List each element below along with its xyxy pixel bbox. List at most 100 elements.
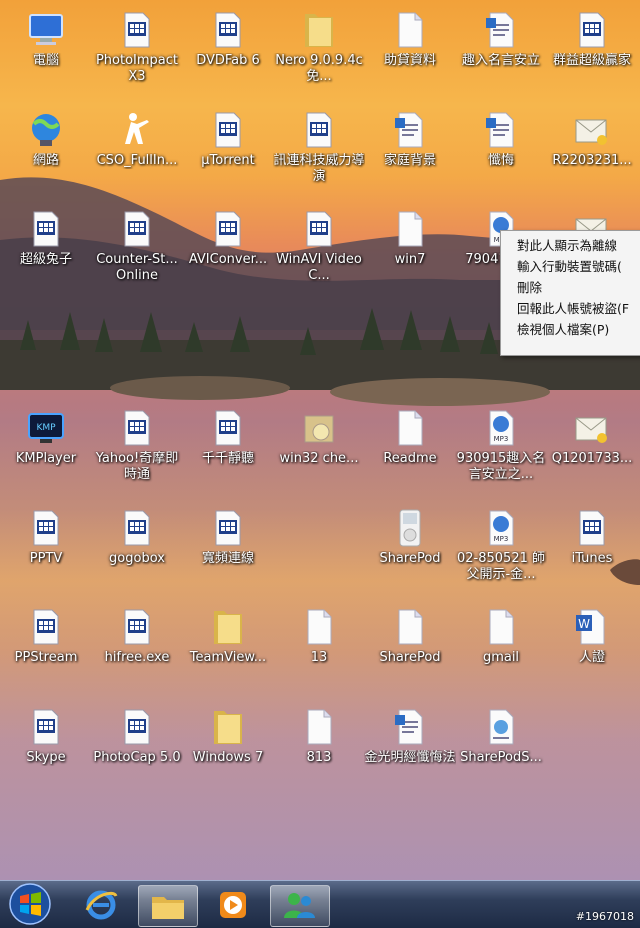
desktop-icon-label: 13 — [310, 650, 328, 665]
folder-icon — [152, 897, 184, 919]
desktop-icon[interactable]: CSO_FullIn... — [91, 104, 183, 200]
context-menu: 對此人顯示為離線 輸入行動裝置號碼( 刪除 回報此人帳號被盜(F 檢視個人檔案(… — [500, 230, 640, 356]
desktop-icon[interactable]: 群益超級贏家 — [546, 4, 638, 100]
cs-icon — [117, 110, 157, 150]
desktop-icon-label: Windows 7 — [192, 750, 264, 765]
desktop-icon[interactable]: win7 — [364, 203, 456, 299]
desktop-icon[interactable]: gogobox — [91, 502, 183, 598]
desktop-icon-label: gmail — [482, 650, 520, 665]
app-icon — [572, 10, 612, 50]
desktop-icon-label: CSO_FullIn... — [96, 153, 178, 168]
desktop-icon[interactable]: 網路 — [0, 104, 92, 200]
desktop-icon[interactable]: 金光明經懺悔法 — [364, 701, 456, 797]
desktop-icon[interactable]: Nero 9.0.9.4c 免... — [273, 4, 365, 100]
desktop-icon-label: 超級兔子 — [19, 252, 72, 267]
document-icon — [390, 707, 430, 747]
desktop-icon[interactable]: TeamView... — [182, 601, 274, 697]
app-icon — [117, 508, 157, 548]
app-icon — [208, 408, 248, 448]
desktop-icon[interactable]: KMP KMPlayer — [0, 402, 92, 498]
desktop-icon-label: WinAVI Video C... — [276, 252, 362, 283]
file-icon — [390, 10, 430, 50]
app-icon — [117, 408, 157, 448]
desktop-icon[interactable]: PhotoImpact X3 — [91, 4, 183, 100]
file-icon — [390, 607, 430, 647]
start-button[interactable] — [8, 882, 52, 926]
desktop-icon[interactable]: Readme — [364, 402, 456, 498]
desktop-icon[interactable]: µTorrent — [182, 104, 274, 200]
desktop-icon[interactable]: PPTV — [0, 502, 92, 598]
app-icon — [117, 607, 157, 647]
app-icon — [299, 110, 339, 150]
desktop-icon-label: DVDFab 6 — [196, 53, 260, 68]
desktop-icon[interactable]: 助貸資料 — [364, 4, 456, 100]
file-icon — [299, 607, 339, 647]
desktop-icon-label: 930915趣入名言安立之... — [456, 451, 546, 482]
desktop-icon[interactable]: SharePod — [364, 601, 456, 697]
desktop-icon-label: win7 — [394, 252, 426, 267]
desktop-icon[interactable]: PPStream — [0, 601, 92, 697]
ctx-item-enter-mobile-number[interactable]: 輸入行動裝置號碼( — [501, 256, 640, 277]
desktop-icon[interactable]: 寬頻連線 — [182, 502, 274, 598]
messenger-icon — [284, 893, 315, 918]
desktop-icon[interactable]: iTunes — [546, 502, 638, 598]
desktop-icon-label: 群益超級贏家 — [552, 53, 631, 68]
computer-icon — [26, 10, 66, 50]
explorer-taskbar-button[interactable] — [138, 885, 198, 927]
desktop-icon[interactable]: MP3 930915趣入名言安立之... — [455, 402, 547, 498]
desktop-icon[interactable]: 13 — [273, 601, 365, 697]
messenger-taskbar-button[interactable] — [270, 885, 330, 927]
desktop-icon-label: Q1201733... — [551, 451, 633, 466]
desktop-icon-label: R2203231... — [552, 153, 632, 168]
app-icon — [26, 607, 66, 647]
desktop-icon[interactable]: 趣入名言安立 — [455, 4, 547, 100]
desktop-icon[interactable]: Counter-St... Online — [91, 203, 183, 299]
desktop-icon[interactable]: gmail — [455, 601, 547, 697]
desktop-icon[interactable]: 電腦 — [0, 4, 92, 100]
desktop-icon[interactable]: 懺悔 — [455, 104, 547, 200]
desktop-icon[interactable]: MP3 02-850521 師父開示-金... — [455, 502, 547, 598]
media-player-taskbar-button[interactable] — [204, 885, 262, 925]
ctx-item-report-hacked[interactable]: 回報此人帳號被盜(F — [501, 298, 640, 319]
desktop-icon[interactable]: Yahoo!奇摩即時通 — [91, 402, 183, 498]
desktop-icon[interactable]: 千千靜聽 — [182, 402, 274, 498]
desktop-icon[interactable]: DVDFab 6 — [182, 4, 274, 100]
file-icon — [390, 209, 430, 249]
desktop-icon[interactable]: Skype — [0, 701, 92, 797]
desktop-icon[interactable]: AVIConver... — [182, 203, 274, 299]
ctx-item-delete[interactable]: 刪除 — [501, 277, 640, 298]
desktop-icon[interactable]: 訊連科技威力導演 — [273, 104, 365, 200]
desktop-icon[interactable]: 超級兔子 — [0, 203, 92, 299]
desktop-icon[interactable]: Windows 7 — [182, 701, 274, 797]
desktop-icon-label: Counter-St... Online — [96, 252, 178, 283]
desktop-icon[interactable]: win32 che... — [273, 402, 365, 498]
desktop-icon-label: µTorrent — [201, 153, 255, 168]
desktop-icon[interactable]: PhotoCap 5.0 — [91, 701, 183, 797]
app-icon — [26, 707, 66, 747]
desktop-icon[interactable]: SharePod — [364, 502, 456, 598]
desktop-icon-label: hifree.exe — [104, 650, 170, 665]
desktop-icon-label: 寬頻連線 — [201, 551, 254, 566]
desktop-icon[interactable]: Q1201733... — [546, 402, 638, 498]
desktop-icon[interactable]: SharePodS... — [455, 701, 547, 797]
desktop-icon[interactable]: hifree.exe — [91, 601, 183, 697]
svg-text:W: W — [578, 617, 590, 631]
ctx-item-view-profile[interactable]: 檢視個人檔案(P) — [501, 319, 640, 340]
desktop-icon[interactable]: R2203231... — [546, 104, 638, 200]
desktop-icon-label: Skype — [26, 750, 66, 765]
desktop-icon[interactable]: WinAVI Video C... — [273, 203, 365, 299]
desktop-icon[interactable]: W 人證 — [546, 601, 638, 697]
ctx-item-appear-offline[interactable]: 對此人顯示為離線 — [501, 235, 640, 256]
desktop-icon[interactable]: 家庭背景 — [364, 104, 456, 200]
ie-taskbar-button[interactable] — [72, 885, 130, 925]
mp3-icon: MP3 — [481, 408, 521, 448]
desktop-icon[interactable]: 813 — [273, 701, 365, 797]
desktop-icon-label: 813 — [306, 750, 332, 765]
desktop-icon-label: TeamView... — [189, 650, 267, 665]
desktop-icon-label: 網路 — [32, 153, 59, 168]
ie-icon — [85, 890, 118, 920]
svg-text:MP3: MP3 — [494, 435, 509, 443]
html-icon — [481, 707, 521, 747]
desktop-icon-label: 電腦 — [32, 53, 59, 68]
desktop-icon-label: 千千靜聽 — [201, 451, 254, 466]
